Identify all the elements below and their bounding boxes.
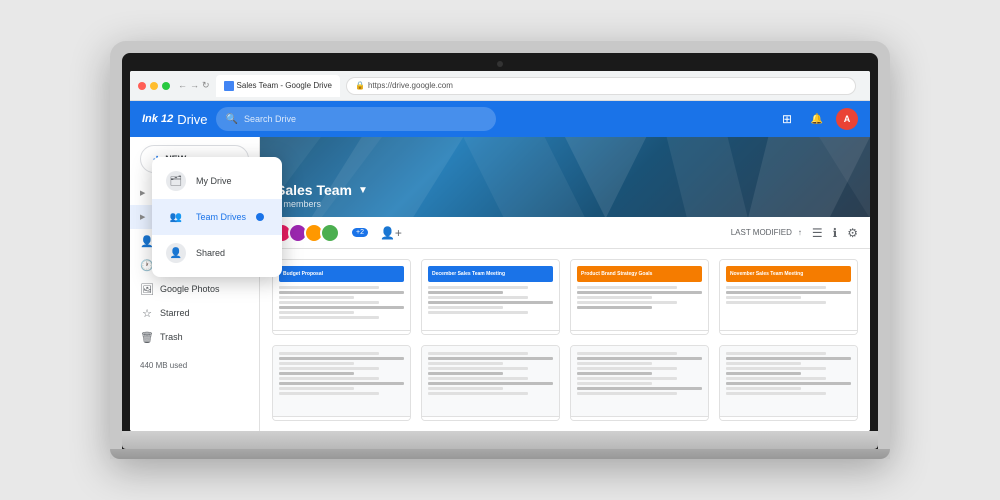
- dropdown-item-team-drives[interactable]: 👥 Team Drives: [152, 199, 282, 235]
- notification-btn[interactable]: 🔔: [806, 108, 828, 130]
- laptop-base: [122, 431, 878, 449]
- window-controls: [138, 82, 170, 90]
- url-bar[interactable]: 🔒 https://drive.google.com: [346, 77, 856, 95]
- dropdown-my-drive-label: My Drive: [196, 176, 232, 186]
- dropdown-item-shared[interactable]: 👤 Shared: [152, 235, 282, 271]
- avatar-initial: A: [844, 114, 851, 124]
- reload-btn[interactable]: ↻: [202, 80, 210, 91]
- dropdown-menu: 🗂 My Drive 👥 Team Drives 👤 Shared: [152, 157, 282, 277]
- browser-tab[interactable]: Sales Team - Google Drive: [216, 75, 340, 97]
- topbar-right: ⊞ 🔔 A: [776, 108, 858, 130]
- active-indicator: [256, 213, 264, 221]
- minimize-btn[interactable]: [150, 82, 158, 90]
- browser-chrome: ← → ↻ Sales Team - Google Drive 🔒 https:…: [130, 71, 870, 101]
- dropdown-my-drive-icon: 🗂: [166, 171, 186, 191]
- url-text: https://drive.google.com: [368, 81, 453, 90]
- dropdown-team-drives-icon: 👥: [166, 207, 186, 227]
- app-layout: Ink 12 Drive 🔍 Search Drive ⊞ 🔔: [130, 101, 870, 431]
- camera: [497, 61, 503, 67]
- notification-icon: 🔔: [811, 114, 823, 125]
- dropdown-overlay: 🗂 My Drive 👥 Team Drives 👤 Shared: [130, 137, 870, 431]
- back-arrow[interactable]: ←: [178, 80, 187, 91]
- user-avatar[interactable]: A: [836, 108, 858, 130]
- laptop-shell: ← → ↻ Sales Team - Google Drive 🔒 https:…: [110, 41, 890, 459]
- forward-arrow[interactable]: →: [190, 80, 199, 91]
- main-area: + NEW ▶ 🗂 My Drive ▶ 👥 Team Drives: [130, 137, 870, 431]
- search-bar[interactable]: 🔍 Search Drive: [216, 107, 496, 131]
- top-bar: Ink 12 Drive 🔍 Search Drive ⊞ 🔔: [130, 101, 870, 137]
- dropdown-item-my-drive[interactable]: 🗂 My Drive: [152, 163, 282, 199]
- apps-icon: ⊞: [782, 112, 792, 126]
- laptop-bottom: [110, 449, 890, 459]
- close-btn[interactable]: [138, 82, 146, 90]
- lock-icon: 🔒: [355, 81, 365, 90]
- maximize-btn[interactable]: [162, 82, 170, 90]
- screen: ← → ↻ Sales Team - Google Drive 🔒 https:…: [130, 71, 870, 431]
- tab-title: Sales Team - Google Drive: [237, 81, 332, 90]
- drive-label: Drive: [177, 112, 207, 127]
- dropdown-team-drives-label: Team Drives: [196, 212, 246, 222]
- logo-text: Ink 12: [142, 113, 173, 125]
- apps-icon-btn[interactable]: ⊞: [776, 108, 798, 130]
- tab-favicon: [224, 81, 234, 91]
- logo-area: Ink 12 Drive: [142, 112, 208, 127]
- search-placeholder: Search Drive: [244, 114, 296, 124]
- browser-nav: ← → ↻: [178, 80, 210, 91]
- screen-bezel: ← → ↻ Sales Team - Google Drive 🔒 https:…: [122, 53, 878, 449]
- dropdown-shared-label: Shared: [196, 248, 225, 258]
- search-icon: 🔍: [226, 114, 238, 125]
- dropdown-shared-icon: 👤: [166, 243, 186, 263]
